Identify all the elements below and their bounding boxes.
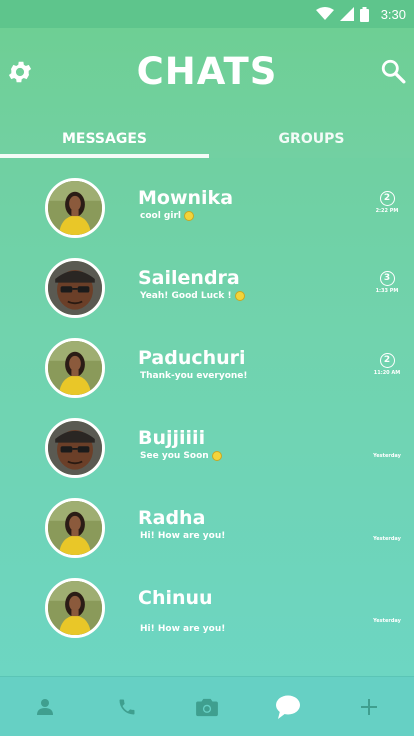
last-message: Yeah! Good Luck ! [140, 291, 245, 301]
avatar-photo [48, 261, 102, 315]
unread-badge: 2 [379, 353, 395, 368]
contact-name: Mownika [138, 187, 234, 209]
bottom-nav [0, 676, 414, 736]
avatar-photo [48, 341, 102, 395]
contact-name: Radha [138, 507, 206, 529]
chat-meta: Yesterday [370, 534, 404, 542]
chat-row-paduchuri[interactable]: Paduchuri Thank-you everyone! 2 11:20 AM [0, 318, 414, 398]
message-text: Hi! How are you! [140, 624, 226, 634]
timestamp: 11:20 AM [373, 370, 401, 376]
contact-name: Paduchuri [138, 347, 246, 369]
phone-icon [119, 699, 135, 715]
nav-calls[interactable] [86, 677, 168, 736]
message-text: Thank-you everyone! [140, 371, 248, 381]
status-bar: 3:30 [0, 0, 414, 28]
avatar-photo [48, 421, 102, 475]
tab-groups[interactable]: GROUPS [209, 128, 414, 158]
avatar [45, 178, 105, 238]
timestamp: Yesterday [373, 618, 401, 624]
chat-bubble-icon [276, 695, 300, 719]
smiley-icon [234, 291, 245, 301]
signal-icon [339, 7, 354, 21]
battery-icon [359, 6, 369, 22]
last-message: See you Soon [140, 451, 222, 461]
last-message: Hi! How are you! [140, 531, 225, 541]
status-time: 3:30 [380, 6, 406, 22]
message-text: cool girl [140, 211, 181, 221]
chat-meta: Yesterday [370, 451, 404, 459]
avatar [45, 578, 105, 638]
message-text: Yeah! Good Luck ! [140, 291, 232, 301]
avatar-photo [48, 581, 102, 635]
message-text: See you Soon [140, 451, 209, 461]
avatar [45, 258, 105, 318]
timestamp: 1:33 PM [375, 288, 399, 294]
avatar [45, 498, 105, 558]
chat-row-radha[interactable]: Radha Hi! How are you! Yesterday [0, 478, 414, 558]
chat-row-sailendra[interactable]: Sailendra Yeah! Good Luck ! 3 1:33 PM [0, 238, 414, 318]
chat-row-mownika[interactable]: Mownika cool girl 2 2:22 PM [0, 158, 414, 238]
avatar [45, 418, 105, 478]
contact-name: Chinuu [138, 587, 213, 609]
last-message: Thank-you everyone! [140, 371, 248, 381]
smiley-icon [183, 211, 194, 221]
app-bar: CHATS MESSAGES GROUPS [0, 28, 414, 158]
nav-camera[interactable] [166, 677, 248, 736]
chat-meta: 3 1:33 PM [370, 271, 404, 294]
last-message: cool girl [140, 211, 194, 221]
chat-row-bujjiiii[interactable]: Bujjiiii See you Soon Yesterday [0, 398, 414, 478]
chat-list: Mownika cool girl 2 2:22 PM Sailendra Ye… [0, 158, 414, 676]
chat-meta: 2 11:20 AM [370, 353, 404, 376]
message-text: Hi! How are you! [140, 531, 226, 541]
camera-icon [196, 698, 218, 717]
nav-add[interactable] [328, 677, 410, 736]
avatar [45, 338, 105, 398]
person-icon [37, 699, 53, 715]
chat-row-chinuu[interactable]: Chinuu Hi! How are you! Yesterday [0, 558, 414, 638]
avatar-photo [48, 181, 102, 235]
timestamp: 2:22 PM [375, 208, 399, 214]
contact-name: Sailendra [138, 267, 240, 289]
plus-icon [361, 699, 377, 715]
unread-badge: 2 [379, 191, 395, 206]
smiley-icon [211, 451, 222, 461]
chat-meta: 2 2:22 PM [370, 191, 404, 214]
unread-badge: 3 [379, 271, 395, 286]
search-icon[interactable] [380, 58, 406, 84]
nav-contacts[interactable] [4, 677, 86, 736]
timestamp: Yesterday [373, 453, 401, 459]
contact-name: Bujjiiii [138, 427, 206, 449]
status-icons: 3:30 [315, 5, 406, 23]
avatar-photo [48, 501, 102, 555]
last-message: Hi! How are you! [140, 624, 225, 634]
timestamp: Yesterday [373, 536, 401, 542]
chat-meta: Yesterday [370, 616, 404, 624]
tab-bar: MESSAGES GROUPS [0, 128, 414, 158]
nav-chats[interactable] [247, 677, 329, 736]
page-title: CHATS [136, 50, 278, 93]
wifi-icon [315, 7, 334, 20]
